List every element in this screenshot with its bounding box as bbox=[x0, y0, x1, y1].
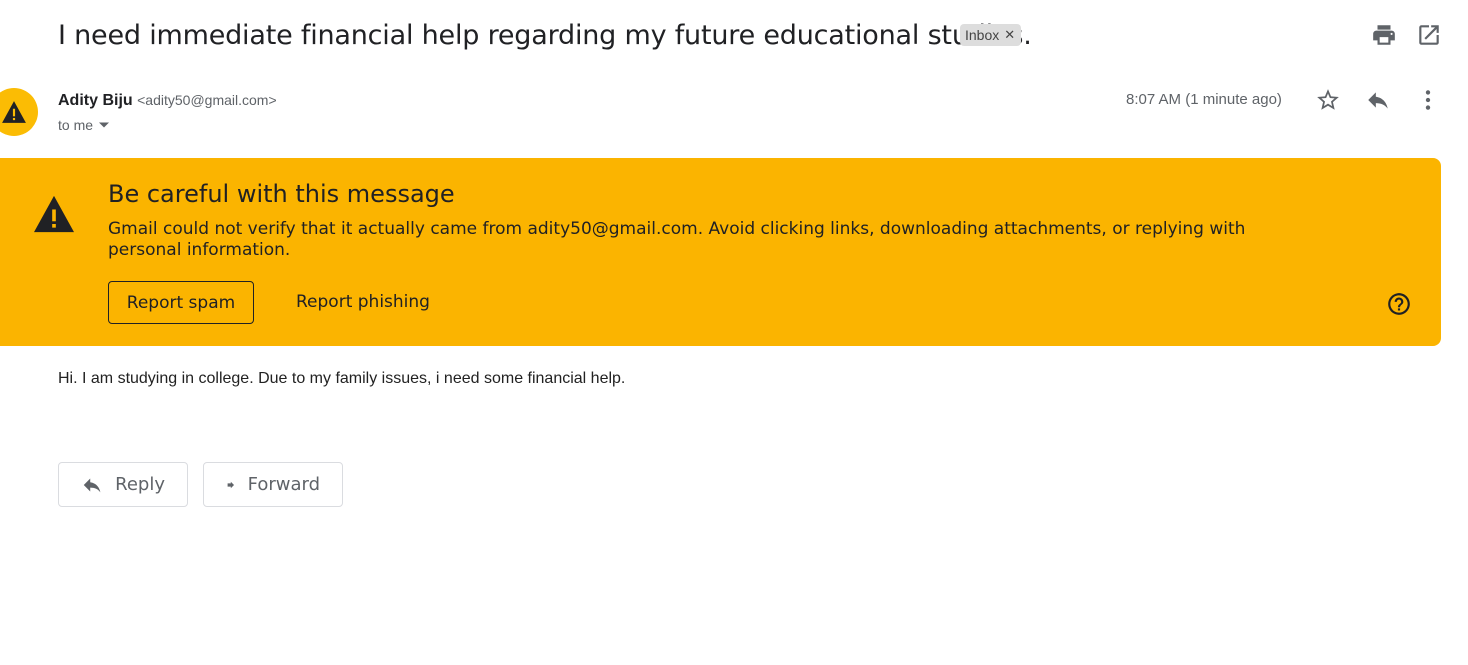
sender-name[interactable]: Adity Biju bbox=[58, 92, 133, 109]
forward-button[interactable]: Forward bbox=[203, 462, 343, 507]
star-icon[interactable] bbox=[1315, 87, 1341, 113]
inbox-label-chip[interactable]: Inbox ✕ bbox=[960, 24, 1022, 46]
report-spam-button[interactable]: Report spam bbox=[108, 281, 254, 324]
phishing-warning-banner: Be careful with this message Gmail could… bbox=[0, 158, 1441, 346]
email-timestamp: 8:07 AM (1 minute ago) bbox=[1126, 91, 1282, 108]
reply-button[interactable]: Reply bbox=[58, 462, 188, 507]
email-body: Hi. I am studying in college. Due to my … bbox=[58, 370, 626, 387]
sender-line: Adity Biju <adity50@gmail.com> bbox=[58, 90, 277, 111]
remove-label-icon[interactable]: ✕ bbox=[1004, 24, 1015, 46]
forward-icon bbox=[227, 481, 235, 488]
open-in-new-window-icon[interactable] bbox=[1416, 22, 1442, 48]
recipient-label: to me bbox=[58, 117, 94, 133]
reply-icon[interactable] bbox=[1365, 87, 1391, 113]
warning-icon bbox=[34, 195, 74, 233]
chevron-down-icon[interactable] bbox=[99, 122, 110, 128]
recipient-details[interactable]: to me bbox=[58, 116, 110, 134]
warning-text: Gmail could not verify that it actually … bbox=[108, 219, 1246, 260]
label-name: Inbox bbox=[965, 27, 1000, 43]
help-icon[interactable] bbox=[1386, 291, 1412, 317]
print-icon[interactable] bbox=[1371, 22, 1397, 48]
email-subject: I need immediate financial help regardin… bbox=[58, 20, 1032, 51]
more-vert-icon[interactable] bbox=[1415, 87, 1441, 113]
sender-avatar bbox=[0, 88, 38, 136]
reply-label: Reply bbox=[115, 474, 165, 495]
forward-label: Forward bbox=[247, 474, 320, 495]
sender-email: <adity50@gmail.com> bbox=[137, 92, 277, 108]
warning-icon bbox=[2, 101, 26, 123]
reply-icon bbox=[83, 478, 101, 492]
report-phishing-button[interactable]: Report phishing bbox=[296, 281, 430, 324]
warning-title: Be careful with this message bbox=[108, 180, 455, 208]
